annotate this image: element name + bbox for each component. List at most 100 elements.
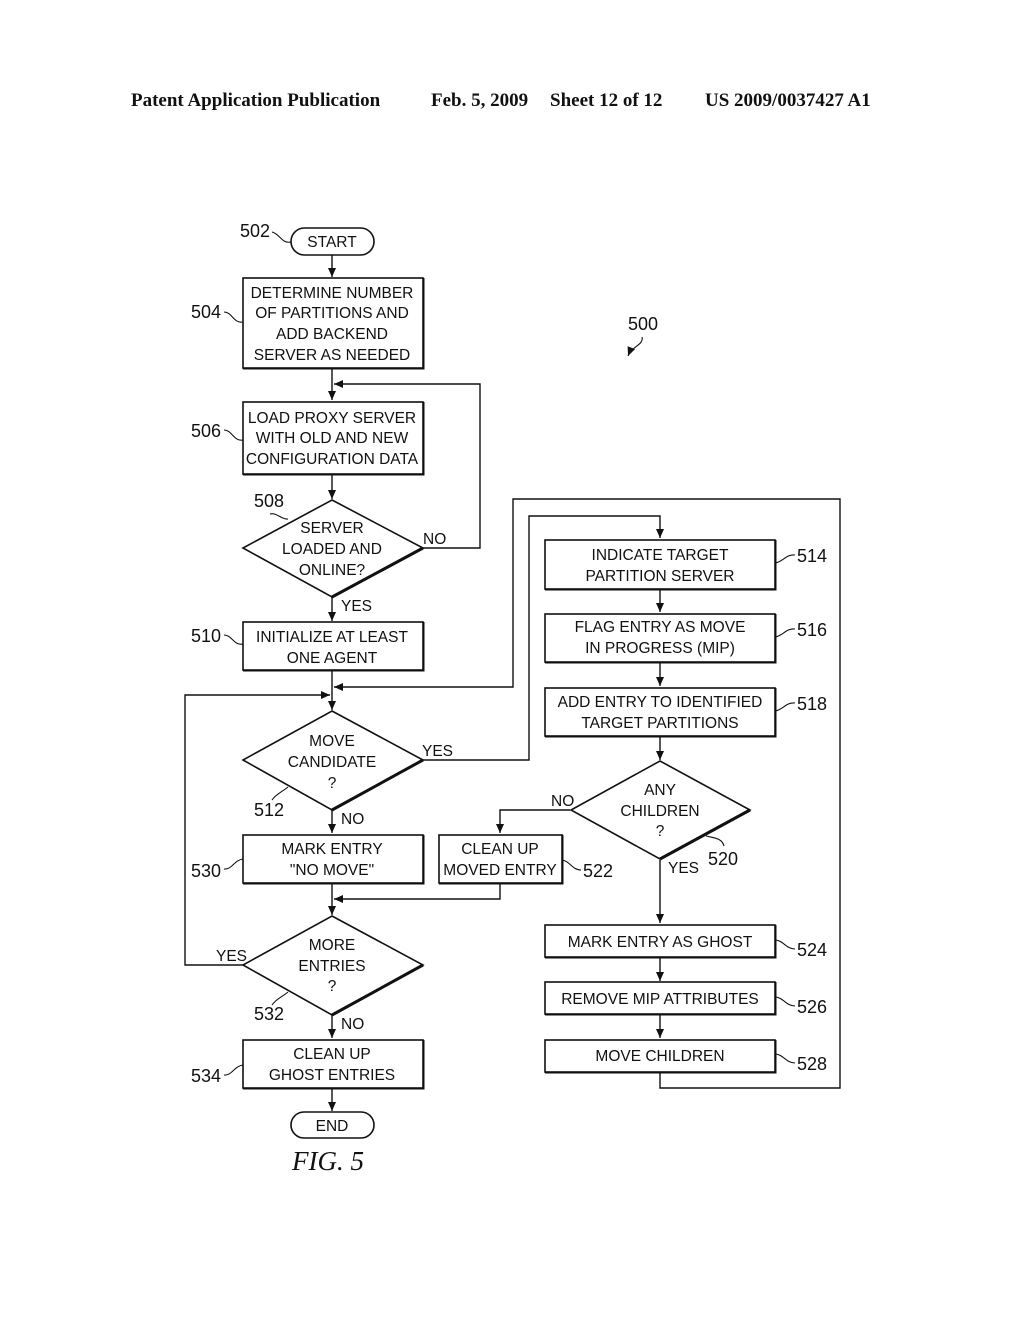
ref-500-arrow — [627, 336, 643, 357]
ref-530: 530 — [191, 861, 221, 881]
leader-514 — [774, 554, 796, 564]
figure-caption: FIG. 5 — [291, 1146, 364, 1176]
ref-522: 522 — [583, 861, 613, 881]
node-506: LOAD PROXY SERVER WITH OLD AND NEW CONFI… — [191, 401, 425, 476]
ref-528: 528 — [797, 1054, 827, 1074]
node-522: CLEAN UP MOVED ENTRY 522 — [438, 834, 613, 885]
text-530-line2: "NO MOVE" — [290, 862, 374, 879]
text-532-line3: ? — [328, 978, 337, 995]
ref-504: 504 — [191, 302, 221, 322]
text-534-line1: CLEAN UP — [293, 1046, 371, 1063]
leader-508 — [269, 513, 289, 520]
text-506-line1: LOAD PROXY SERVER — [248, 410, 416, 427]
leader-504 — [223, 311, 244, 323]
text-530-line1: MARK ENTRY — [281, 841, 382, 858]
ref-510: 510 — [191, 626, 221, 646]
ref-524: 524 — [797, 940, 827, 960]
node-534: CLEAN UP GHOST ENTRIES 534 — [191, 1039, 425, 1090]
text-524-line1: MARK ENTRY AS GHOST — [568, 934, 753, 951]
text-512-line1: MOVE — [309, 733, 355, 750]
text-512-line2: CANDIDATE — [288, 754, 376, 771]
text-508-line1: SERVER — [300, 520, 363, 537]
node-504: DETERMINE NUMBER OF PARTITIONS AND ADD B… — [191, 277, 425, 370]
ref-500: 500 — [628, 314, 658, 334]
leader-522 — [561, 859, 582, 871]
node-532: MORE ENTRIES ? 532 YES NO — [216, 915, 425, 1033]
node-end: END — [290, 1111, 375, 1139]
node-518: ADD ENTRY TO IDENTIFIED TARGET PARTITION… — [544, 687, 827, 738]
text-528-line1: MOVE CHILDREN — [595, 1048, 724, 1065]
ref-512: 512 — [254, 800, 284, 820]
text-532-line1: MORE — [309, 937, 356, 954]
label-508-no: NO — [423, 531, 446, 548]
text-514-line1: INDICATE TARGET — [592, 547, 729, 564]
text-512-line3: ? — [328, 775, 337, 792]
label-512-no: NO — [341, 811, 364, 828]
ref-516: 516 — [797, 620, 827, 640]
leader-534 — [223, 1064, 244, 1076]
figure-reference: 500 — [627, 314, 658, 357]
leader-502 — [271, 231, 292, 243]
ref-508: 508 — [254, 491, 284, 511]
leader-506 — [223, 429, 244, 441]
text-510-line2: ONE AGENT — [287, 650, 378, 667]
ref-520: 520 — [708, 849, 738, 869]
leader-512 — [271, 786, 289, 801]
label-512-yes: YES — [422, 743, 453, 760]
text-504-line4: SERVER AS NEEDED — [254, 347, 411, 364]
text-518-line2: TARGET PARTITIONS — [581, 715, 738, 732]
leader-528 — [774, 1053, 796, 1064]
node-530: MARK ENTRY "NO MOVE" 530 — [191, 834, 425, 885]
leader-516 — [774, 628, 796, 638]
node-514: INDICATE TARGET PARTITION SERVER 514 — [544, 539, 827, 591]
text-508-line3: ONLINE? — [299, 562, 366, 579]
node-512: MOVE CANDIDATE ? 512 YES NO — [241, 710, 453, 828]
text-506-line2: WITH OLD AND NEW — [256, 430, 409, 447]
text-506-line3: CONFIGURATION DATA — [246, 451, 419, 468]
flowchart: START 502 DETERMINE NUMBER OF PARTITIONS… — [184, 221, 841, 1176]
text-532-line2: ENTRIES — [298, 958, 365, 975]
label-532-no: NO — [341, 1016, 364, 1033]
text-516-line1: FLAG ENTRY AS MOVE — [575, 619, 746, 636]
leader-524 — [774, 939, 796, 950]
text-510-line1: INITIALIZE AT LEAST — [256, 629, 408, 646]
label-508-yes: YES — [341, 598, 372, 615]
node-508: SERVER LOADED AND ONLINE? 508 NO YES — [241, 491, 446, 615]
node-510: INITIALIZE AT LEAST ONE AGENT 510 — [191, 621, 425, 672]
leader-530 — [223, 858, 244, 870]
label-520-no: NO — [551, 793, 574, 810]
text-514-line2: PARTITION SERVER — [585, 568, 734, 585]
text-522-line1: CLEAN UP — [461, 841, 539, 858]
leader-518 — [774, 702, 796, 712]
text-520-line1: ANY — [644, 782, 676, 799]
ref-534: 534 — [191, 1066, 221, 1086]
text-504-line1: DETERMINE NUMBER — [251, 285, 414, 302]
text-508-line2: LOADED AND — [282, 541, 382, 558]
text-520-line3: ? — [656, 823, 665, 840]
leader-510 — [223, 634, 244, 645]
ref-506: 506 — [191, 421, 221, 441]
text-534-line2: GHOST ENTRIES — [269, 1067, 395, 1084]
ref-532: 532 — [254, 1004, 284, 1024]
ref-502: 502 — [240, 221, 270, 241]
leader-526 — [774, 996, 796, 1007]
text-520-line2: CHILDREN — [620, 803, 699, 820]
ref-526: 526 — [797, 997, 827, 1017]
edge-522-532 — [334, 883, 501, 903]
label-520-yes: YES — [668, 860, 699, 877]
edge-520-no-522 — [496, 809, 570, 833]
ref-514: 514 — [797, 546, 827, 566]
text-522-line2: MOVED ENTRY — [443, 862, 556, 879]
node-start: START 502 — [240, 221, 375, 256]
label-532-yes: YES — [216, 948, 247, 965]
leader-520 — [705, 835, 725, 847]
text-516-line2: IN PROGRESS (MIP) — [585, 640, 735, 657]
text-504-line2: OF PARTITIONS AND — [255, 305, 409, 322]
node-526: REMOVE MIP ATTRIBUTES 526 — [544, 981, 827, 1017]
start-label: START — [307, 234, 357, 251]
node-528: MOVE CHILDREN 528 — [544, 1039, 827, 1074]
text-526-line1: REMOVE MIP ATTRIBUTES — [561, 991, 759, 1008]
end-label: END — [316, 1118, 349, 1135]
text-518-line1: ADD ENTRY TO IDENTIFIED — [558, 694, 763, 711]
node-516: FLAG ENTRY AS MOVE IN PROGRESS (MIP) 516 — [544, 613, 827, 664]
